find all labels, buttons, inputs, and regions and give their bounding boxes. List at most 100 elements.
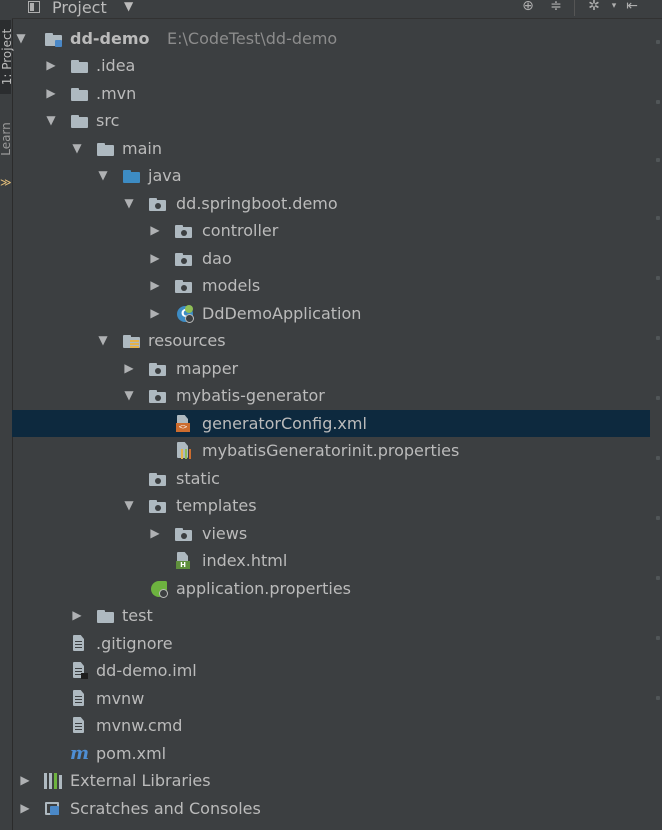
tree-row-mvn[interactable]: ▶ .mvn bbox=[12, 80, 650, 107]
panel-title[interactable]: Project bbox=[52, 0, 107, 17]
collapse-arrow-icon[interactable]: ▶ bbox=[148, 245, 162, 272]
collapse-arrow-icon[interactable]: ▶ bbox=[44, 80, 58, 107]
tree-row-label: mybatisGeneratorinit.properties bbox=[202, 441, 460, 460]
collapse-arrow-icon[interactable]: ▶ bbox=[148, 300, 162, 327]
tree-row-idea[interactable]: ▶ .idea bbox=[12, 52, 650, 79]
tree-row-views[interactable]: ▶ views bbox=[12, 520, 650, 547]
tree-row-resources[interactable]: ▼ resources bbox=[12, 327, 650, 354]
package-icon bbox=[174, 222, 192, 239]
tree-row-label: mybatis-generator bbox=[176, 386, 325, 405]
tree-row-pom-xml[interactable]: m pom.xml bbox=[12, 740, 650, 767]
tree-row-label: Scratches and Consoles bbox=[70, 799, 261, 818]
package-icon bbox=[148, 195, 166, 212]
collapse-arrow-icon[interactable]: ▶ bbox=[18, 767, 32, 794]
tree-row-java[interactable]: ▼ java bbox=[12, 162, 650, 189]
tree-row-label: DdDemoApplication bbox=[202, 304, 362, 323]
properties-file-icon bbox=[174, 442, 192, 459]
collapse-icon[interactable]: ≑ bbox=[548, 0, 564, 14]
module-folder-icon bbox=[44, 30, 62, 47]
tree-row-index-html[interactable]: H index.html bbox=[12, 547, 650, 574]
tree-row-mapper[interactable]: ▶ mapper bbox=[12, 355, 650, 382]
tree-row-controller[interactable]: ▶ controller bbox=[12, 217, 650, 244]
project-tool-tab[interactable]: 1: Project bbox=[0, 20, 14, 94]
view-selector-chevron-down-icon[interactable]: ▼ bbox=[124, 0, 133, 13]
expand-arrow-icon[interactable]: ▼ bbox=[122, 190, 136, 217]
gear-icon[interactable]: ✲ bbox=[586, 0, 602, 14]
tree-row-label: index.html bbox=[202, 551, 288, 570]
tree-row-mvnw-cmd[interactable]: mvnw.cmd bbox=[12, 712, 650, 739]
library-icon bbox=[44, 772, 62, 789]
collapse-arrow-icon[interactable]: ▶ bbox=[122, 355, 136, 382]
scratches-icon bbox=[44, 800, 62, 817]
package-icon bbox=[148, 387, 166, 404]
tree-row-mybatisgeneratorinit-properties[interactable]: mybatisGeneratorinit.properties bbox=[12, 437, 650, 464]
expand-arrow-icon[interactable]: ▼ bbox=[14, 25, 28, 52]
collapse-arrow-icon[interactable]: ▶ bbox=[148, 272, 162, 299]
tree-row-label: dd-demo bbox=[70, 29, 150, 48]
xml-file-icon: <> bbox=[174, 415, 192, 432]
tree-row-external-libraries[interactable]: ▶ External Libraries bbox=[12, 767, 650, 794]
collapse-arrow-icon[interactable]: ▶ bbox=[148, 217, 162, 244]
expand-arrow-icon[interactable]: ▼ bbox=[44, 107, 58, 134]
learn-icon[interactable]: ≫ bbox=[0, 176, 12, 190]
collapse-arrow-icon[interactable]: ▶ bbox=[70, 602, 84, 629]
tree-row-generatorconfig-xml[interactable]: <> generatorConfig.xml bbox=[12, 410, 650, 437]
tree-row-templates[interactable]: ▼ templates bbox=[12, 492, 650, 519]
tree-row-label: mapper bbox=[176, 359, 239, 378]
package-icon bbox=[174, 250, 192, 267]
tree-row-static[interactable]: static bbox=[12, 465, 650, 492]
tree-row-label: .gitignore bbox=[96, 634, 173, 653]
tree-row-main[interactable]: ▼ main bbox=[12, 135, 650, 162]
gear-menu-chevron-icon[interactable]: ▾ bbox=[606, 0, 622, 14]
spring-boot-class-icon: C bbox=[176, 305, 194, 323]
source-folder-icon bbox=[122, 167, 140, 184]
collapse-arrow-icon[interactable]: ▶ bbox=[18, 795, 32, 822]
tree-row-label: dd.springboot.demo bbox=[176, 194, 338, 213]
tree-row-mvnw[interactable]: mvnw bbox=[12, 685, 650, 712]
tree-row-dd-demo-iml[interactable]: dd-demo.iml bbox=[12, 657, 650, 684]
collapse-arrow-icon[interactable]: ▶ bbox=[44, 52, 58, 79]
tree-row-src[interactable]: ▼ src bbox=[12, 107, 650, 134]
tree-row-label: templates bbox=[176, 496, 257, 515]
text-file-icon bbox=[70, 717, 88, 734]
text-file-icon bbox=[70, 635, 88, 652]
hide-icon[interactable]: ⇤ bbox=[624, 0, 640, 14]
tree-row-dao[interactable]: ▶ dao bbox=[12, 245, 650, 272]
expand-arrow-icon[interactable]: ▼ bbox=[96, 327, 110, 354]
tree-row-test[interactable]: ▶ test bbox=[12, 602, 650, 629]
package-icon bbox=[174, 277, 192, 294]
tree-row-label: .idea bbox=[96, 56, 136, 75]
tree-row-dd-springboot-demo[interactable]: ▼ dd.springboot.demo bbox=[12, 190, 650, 217]
collapse-arrow-icon[interactable]: ▶ bbox=[148, 520, 162, 547]
tree-row-mybatis-generator[interactable]: ▼ mybatis-generator bbox=[12, 382, 650, 409]
tree-row-dd-demo[interactable]: ▼ dd-demo E:\CodeTest\dd-demo bbox=[12, 25, 650, 52]
tree-row-label: src bbox=[96, 111, 120, 130]
html-file-icon: H bbox=[174, 552, 192, 569]
tree-row-label: mvnw bbox=[96, 689, 145, 708]
expand-arrow-icon[interactable]: ▼ bbox=[122, 382, 136, 409]
tree-row-label: models bbox=[202, 276, 261, 295]
tree-row-scratches-and-consoles[interactable]: ▶ Scratches and Consoles bbox=[12, 795, 650, 822]
expand-arrow-icon[interactable]: ▼ bbox=[96, 162, 110, 189]
project-view-icon bbox=[28, 1, 40, 13]
package-icon bbox=[174, 525, 192, 542]
package-icon bbox=[148, 470, 166, 487]
tree-row-label: controller bbox=[202, 221, 279, 240]
right-gutter bbox=[650, 18, 662, 830]
expand-arrow-icon[interactable]: ▼ bbox=[122, 492, 136, 519]
project-path: E:\CodeTest\dd-demo bbox=[167, 29, 338, 48]
expand-arrow-icon[interactable]: ▼ bbox=[70, 135, 84, 162]
tree-row-label: pom.xml bbox=[96, 744, 167, 763]
tree-row-models[interactable]: ▶ models bbox=[12, 272, 650, 299]
maven-icon: m bbox=[70, 743, 90, 764]
target-icon[interactable]: ⊕ bbox=[520, 0, 536, 14]
tree-row-label: main bbox=[122, 139, 162, 158]
folder-icon bbox=[70, 112, 88, 129]
learn-tool-tab[interactable]: Learn bbox=[0, 110, 13, 170]
project-panel-header: Project ▼ ⊕ ≑ ✲ ▾ ⇤ bbox=[12, 0, 662, 19]
tree-row-label: dd-demo.iml bbox=[96, 661, 197, 680]
folder-icon bbox=[70, 57, 88, 74]
tree-row-application-properties[interactable]: application.properties bbox=[12, 575, 650, 602]
tree-row-dddemoapplication[interactable]: ▶ C DdDemoApplication bbox=[12, 300, 650, 327]
tree-row-gitignore[interactable]: .gitignore bbox=[12, 630, 650, 657]
